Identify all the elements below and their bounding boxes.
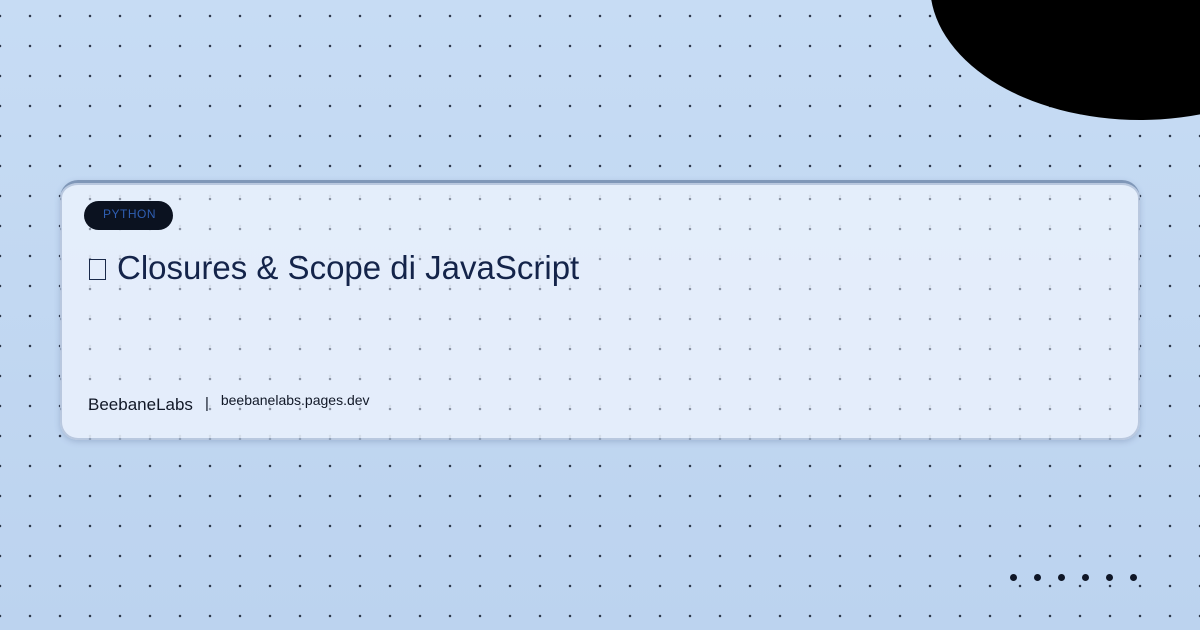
article-card: PYTHON Closures & Scope di JavaScript Be…: [60, 180, 1140, 440]
decorative-dot: [1082, 574, 1089, 581]
og-card-canvas: PYTHON Closures & Scope di JavaScript Be…: [0, 0, 1200, 630]
decorative-dots: [1010, 574, 1137, 581]
decorative-dot: [1130, 574, 1137, 581]
decorative-dot: [1058, 574, 1065, 581]
footer-separator: |: [204, 395, 209, 412]
decorative-dot: [1106, 574, 1113, 581]
decorative-dot: [1010, 574, 1017, 581]
site-url: beebanelabs.pages.dev: [220, 392, 370, 408]
brand-name: BeebaneLabs: [88, 395, 193, 414]
missing-glyph-icon: [89, 258, 106, 280]
card-footer: BeebaneLabs | beebanelabs.pages.dev: [88, 392, 370, 415]
article-title: Closures & Scope di JavaScript: [117, 249, 580, 286]
corner-blob-decoration: [930, 0, 1200, 120]
title-row: Closures & Scope di JavaScript: [89, 249, 579, 287]
decorative-dot: [1034, 574, 1041, 581]
category-badge: PYTHON: [84, 201, 173, 230]
